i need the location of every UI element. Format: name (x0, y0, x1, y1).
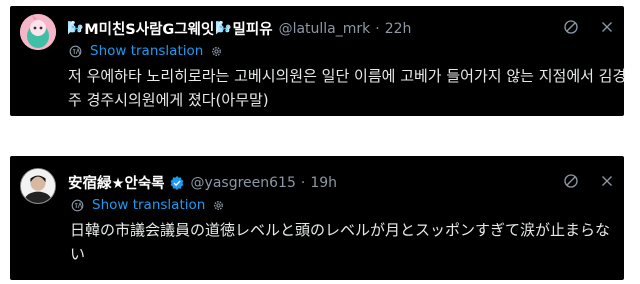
close-icon[interactable] (598, 172, 616, 190)
user-handle[interactable]: @yasgreen615 (191, 175, 296, 191)
tweet-text: 日韓の市議会議員の道徳レベルと頭のレベルが月とスッポンすぎて涙が止まらない (70, 221, 611, 263)
tweet-text: 저 우에하타 노리히로라는 고베시의원은 일단 이름에 고베가 들어가지 않는 … (68, 67, 627, 109)
avatar-icon (20, 14, 56, 50)
show-translation-link[interactable]: Show translation (90, 43, 203, 59)
emoji-icon: 🌬️ (215, 21, 232, 36)
not-interested-icon[interactable] (562, 172, 580, 190)
timestamp[interactable]: 19h (310, 175, 337, 191)
tweet-header: 安宿緑★안숙록 @yasgreen615 · 19h (68, 172, 337, 193)
avatar-icon (21, 169, 55, 203)
avatar[interactable] (20, 168, 56, 204)
tweet-card[interactable]: 🌬️ M미친S사람G그웨잇 🌬️ 밀피유 @latulla_mrk · 22h … (10, 6, 626, 116)
close-icon[interactable] (598, 18, 616, 36)
not-interested-icon[interactable] (562, 18, 580, 36)
timestamp[interactable]: 22h (385, 21, 412, 37)
tweet-header: 🌬️ M미친S사람G그웨잇 🌬️ 밀피유 @latulla_mrk · 22h (66, 18, 411, 39)
translation-row: Show translation (68, 43, 223, 59)
translation-row: Show translation (70, 197, 225, 213)
emoji-icon: 🌬️ (67, 21, 84, 36)
separator-dot: · (375, 20, 380, 37)
translate-icon (71, 199, 84, 211)
translate-icon (69, 45, 82, 57)
display-name-suffix[interactable]: 밀피유 (233, 18, 273, 39)
gear-icon[interactable] (210, 45, 223, 58)
show-translation-link[interactable]: Show translation (92, 197, 205, 213)
separator-dot: · (300, 174, 306, 191)
display-name[interactable]: 安宿緑★안숙록 (68, 172, 165, 193)
display-name[interactable]: M미친S사람G그웨잇 (84, 18, 214, 39)
verified-badge-icon (170, 175, 183, 190)
gear-icon[interactable] (212, 199, 225, 212)
user-handle[interactable]: @latulla_mrk (279, 21, 371, 37)
avatar[interactable] (20, 14, 56, 50)
tweet-card[interactable]: 安宿緑★안숙록 @yasgreen615 · 19h Show translat… (10, 156, 624, 280)
